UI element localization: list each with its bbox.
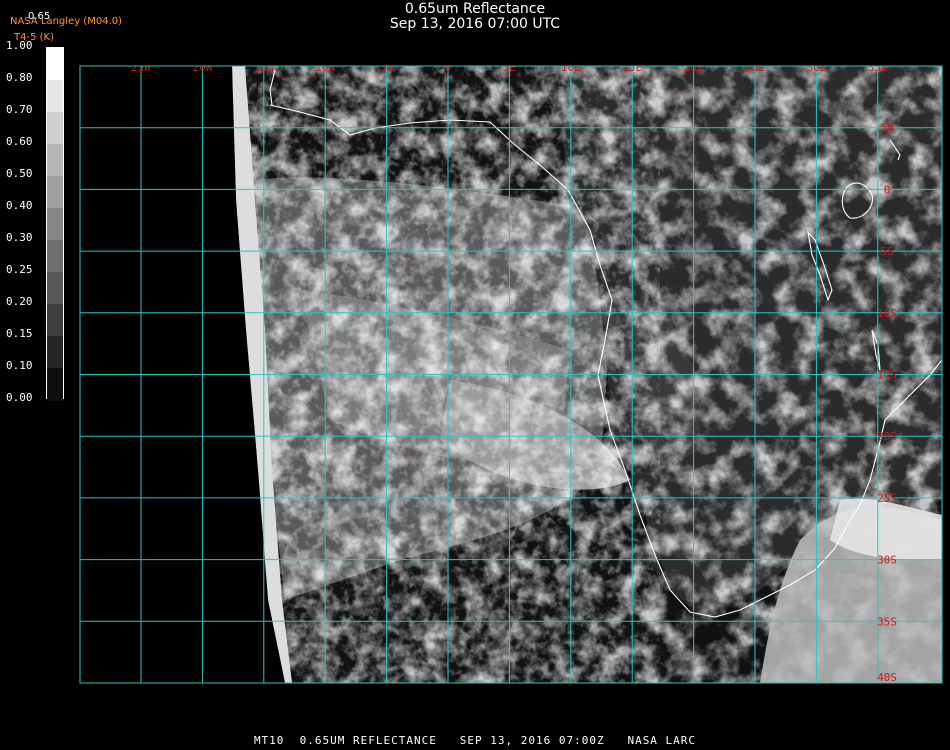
latitude-label: 5S [880, 245, 893, 258]
latitude-label: 20S [877, 430, 897, 443]
colorbar-tick-label: 0.60 [6, 135, 33, 148]
longitude-label: 35E [868, 61, 888, 74]
colorbar-tick-label: 0.15 [6, 327, 33, 340]
longitude-label: 10E [561, 61, 581, 74]
latitude-label: 5N [880, 122, 893, 135]
colorbar-tick-label: 1.00 [6, 39, 33, 52]
latitude-label: 30S [877, 554, 897, 567]
colorbar-tick-label: 0.10 [6, 359, 33, 372]
longitude-label: 30E [806, 61, 826, 74]
latitude-label: 10S [877, 307, 897, 320]
latitude-label: 40S [877, 671, 897, 684]
colorbar-tick-label: 0.25 [6, 263, 33, 276]
latitude-label: 0 [884, 183, 891, 196]
footer-caption: MT10 0.65UM REFLECTANCE SEP 13, 2016 07:… [253, 734, 697, 747]
longitude-label: 5W [380, 61, 394, 74]
longitude-label: 20W [192, 61, 212, 74]
colorbar-tick-label: 0.40 [6, 199, 33, 212]
longitude-label: 25E [745, 61, 765, 74]
colorbar-tick-label: 0.70 [6, 103, 33, 116]
satellite-map: 25W 20W 15W 10W 5W 0 5E 10E 15E 20E 25E 30E 35E 5N 0 5S… [79, 61, 943, 684]
longitude-label: 0 [445, 61, 452, 74]
latitude-label: 25S [877, 492, 897, 505]
colorbar-tick-label: 0.00 [6, 391, 33, 404]
longitude-label: 10W [315, 61, 335, 74]
colorbar-tick-label: 0.30 [6, 231, 33, 244]
longitude-label: 20E [684, 61, 704, 74]
latitude-label: 15S [877, 369, 897, 382]
colorbar-tick-label: 0.20 [6, 295, 33, 308]
longitude-label: 15W [254, 61, 274, 74]
colorbar-tick-label: 0.50 [6, 167, 33, 180]
longitude-label: 15E [622, 61, 642, 74]
latitude-label: 35S [877, 615, 897, 628]
longitude-label: 5E [503, 61, 516, 74]
longitude-label: 25W [131, 61, 151, 74]
colorbar-tick-label: 0.80 [6, 71, 33, 84]
